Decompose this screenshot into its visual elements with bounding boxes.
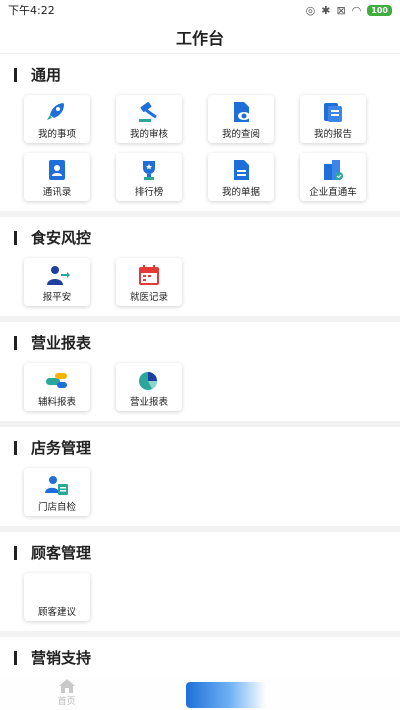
- tile-my-lookup[interactable]: 我的查阅: [208, 95, 274, 143]
- tile-business-report[interactable]: 营业报表: [116, 363, 182, 411]
- workbench-content: 通用 我的事项 我的审核 我的查阅 我的报告 通讯录 排行榜 我的单据 企业直通…: [0, 54, 400, 674]
- section-title: 店务管理: [31, 439, 92, 457]
- tile-report-safe[interactable]: 报平安: [24, 258, 90, 306]
- tile-label: 辅料报表: [37, 397, 76, 408]
- tile-label: 我的报告: [313, 129, 352, 140]
- person-writing-icon: [45, 476, 68, 495]
- section-title: 通用: [31, 66, 62, 84]
- section-title: 营业报表: [31, 334, 92, 352]
- tile-label: 营业报表: [129, 397, 168, 408]
- tile-label: 报平安: [42, 292, 72, 303]
- page-title: 工作台: [0, 20, 400, 54]
- tile-label: 顾客建议: [37, 607, 76, 618]
- tile-contacts[interactable]: 通讯录: [24, 153, 90, 201]
- wifi-icon: ◠: [351, 3, 362, 17]
- tab-workbench[interactable]: 工: [133, 674, 266, 710]
- section-marker: [14, 67, 17, 82]
- section-business-reports: 营业报表 辅料报表 营业报表: [0, 322, 400, 421]
- section-marketing-support: 营销支持: [0, 637, 400, 674]
- hotspot-icon: ◎: [305, 3, 316, 17]
- tile-label: 我的事项: [37, 129, 76, 140]
- rocket-icon: [47, 103, 64, 120]
- report-icon: [324, 103, 342, 122]
- sim-off-icon: ⊠: [336, 3, 346, 17]
- battery-indicator: 100: [367, 4, 392, 16]
- tile-label: 就医记录: [129, 292, 168, 303]
- contacts-icon: [49, 160, 65, 180]
- status-icons: ◎ ✱ ⊠ ◠ 100: [306, 4, 392, 17]
- tile-my-receipts[interactable]: 我的单据: [208, 153, 274, 201]
- section-marker: [14, 650, 17, 665]
- section-general: 通用 我的事项 我的审核 我的查阅 我的报告 通讯录 排行榜 我的单据 企业直通…: [0, 54, 400, 211]
- section-marker: [14, 440, 17, 455]
- section-marker: [14, 335, 17, 350]
- tile-leaderboard[interactable]: 排行榜: [116, 153, 182, 201]
- tile-label: 排行榜: [134, 187, 164, 198]
- receipt-icon: [234, 160, 249, 180]
- tile-label: 我的查阅: [221, 129, 260, 140]
- section-food-safety: 食安风控 报平安 就医记录: [0, 217, 400, 316]
- trophy-icon: [143, 161, 155, 180]
- tile-label: 我的审核: [129, 129, 168, 140]
- section-store-management: 店务管理 门店自检: [0, 427, 400, 526]
- section-title: 食安风控: [31, 229, 92, 247]
- bluetooth-icon: ✱: [321, 3, 331, 17]
- section-marker: [14, 230, 17, 245]
- tab-placeholder: [267, 674, 400, 710]
- status-time: 下午4:22: [8, 4, 55, 17]
- person-arrow-icon: [47, 266, 70, 285]
- tile-my-tasks[interactable]: 我的事项: [24, 95, 90, 143]
- pie-chart-icon: [139, 372, 157, 390]
- pills-icon: [46, 373, 67, 388]
- tile-my-report[interactable]: 我的报告: [300, 95, 366, 143]
- tile-label: 我的单据: [221, 187, 260, 198]
- tile-label: 通讯录: [42, 187, 72, 198]
- tile-customer-suggestions[interactable]: 顾客建议: [24, 573, 90, 621]
- calendar-icon: [139, 265, 159, 285]
- status-bar: 下午4:22 ◎ ✱ ⊠ ◠ 100: [0, 0, 400, 20]
- section-marker: [14, 545, 17, 560]
- tab-home[interactable]: 首页: [0, 674, 133, 710]
- tab-highlight: [186, 682, 266, 708]
- section-title: 营销支持: [31, 649, 92, 667]
- bottom-tab-bar: 首页 工: [0, 674, 400, 710]
- tile-store-self-check[interactable]: 门店自检: [24, 468, 90, 516]
- tile-ingredient-report[interactable]: 辅料报表: [24, 363, 90, 411]
- document-eye-icon: [234, 102, 250, 122]
- tab-label: 首页: [57, 696, 76, 707]
- section-customer-management: 顾客管理 顾客建议: [0, 532, 400, 631]
- building-icon: [324, 160, 343, 180]
- tile-my-review[interactable]: 我的审核: [116, 95, 182, 143]
- home-icon: [58, 678, 75, 693]
- tile-enterprise-express[interactable]: 企业直通车: [300, 153, 366, 201]
- tile-label: 企业直通车: [309, 187, 357, 198]
- tile-medical-records[interactable]: 就医记录: [116, 258, 182, 306]
- gavel-icon: [139, 102, 157, 122]
- section-title: 顾客管理: [31, 544, 92, 562]
- tile-label: 门店自检: [37, 502, 76, 513]
